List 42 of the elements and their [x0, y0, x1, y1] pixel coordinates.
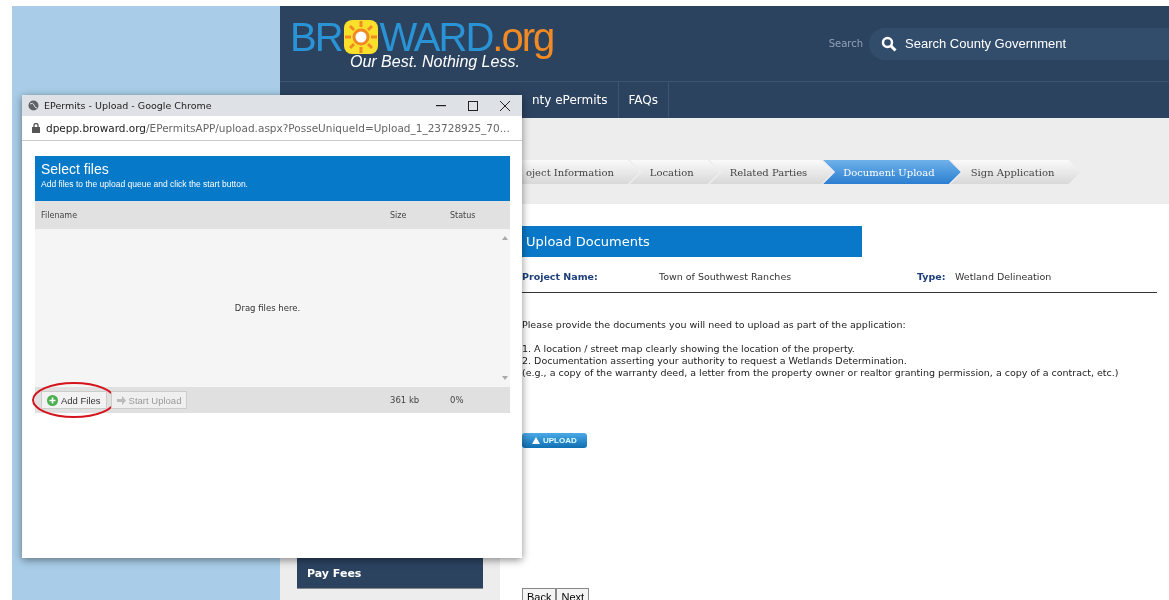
instructions-text: Please provide the documents you will need to upload as part of the application: [522, 319, 907, 331]
logo-suffix: .org [492, 16, 554, 57]
wizard-step[interactable]: Location [629, 160, 720, 184]
search-field[interactable]: Search County Government [869, 27, 1169, 60]
panel-title: Select files [41, 161, 110, 177]
total-percent: 0% [450, 395, 465, 405]
field-label: Project Name: [522, 271, 599, 282]
sidebar-item[interactable]: Pay Fees [297, 558, 483, 589]
search-icon [881, 35, 897, 52]
url-text: dpepp.broward.org/EPermitsAPP/upload.aspx?PosseUniqueId=Upload_1_23728925_70... [46, 122, 510, 134]
lock-icon [32, 123, 40, 133]
globe-icon [28, 100, 39, 111]
plus-icon [47, 394, 58, 406]
column-header[interactable]: Size [390, 210, 450, 220]
total-size: 361 kb [390, 395, 421, 405]
address-bar[interactable]: dpepp.broward.org/EPermitsAPP/upload.aspx?PosseUniqueId=Upload_1_23728925_70... [22, 116, 522, 141]
wizard-step[interactable]: Related Parties [709, 160, 834, 184]
section-title: Upload Documents [522, 226, 862, 257]
toolbar-button[interactable]: Add Files [41, 391, 107, 409]
wizard-step[interactable]: oject Information [522, 160, 640, 184]
maximize-icon[interactable] [468, 100, 478, 111]
panel-subtitle: Add files to the upload queue and click the start button. [41, 179, 249, 189]
field-value: Wetland Delineation [955, 271, 1053, 282]
arrow-icon [116, 395, 126, 405]
drop-hint: Drag files here. [234, 303, 301, 313]
up-triangle-icon [532, 437, 540, 444]
close-icon[interactable] [500, 100, 510, 111]
list-item: (e.g., a copy of the warranty deed, a letter from the property owner or realtor granting permission, a copy of a contract, etc.) [522, 367, 1120, 379]
column-header[interactable]: Status [450, 210, 510, 220]
drop-zone[interactable]: Drag files here. [35, 229, 510, 387]
search-label: Search [828, 38, 863, 49]
site-logo[interactable]: BR WARD.org Our Best. Nothing Less. [290, 16, 554, 71]
minimize-icon[interactable] [436, 104, 446, 107]
sun-icon [341, 17, 380, 56]
window-title: EPermits - Upload - Google Chrome [44, 100, 213, 111]
list-item: 2. Documentation asserting your authority to request a Wetlands Determination. [522, 355, 908, 367]
logo-text-start: BR [290, 16, 342, 57]
list-item: 1. A location / street map clearly showing the location of the property. [522, 343, 856, 355]
wizard-step[interactable]: Sign Application [950, 160, 1081, 184]
field-label: Type: [917, 271, 947, 282]
field-value: Town of Southwest Ranches [659, 271, 793, 282]
column-header[interactable]: Filename [41, 210, 390, 220]
